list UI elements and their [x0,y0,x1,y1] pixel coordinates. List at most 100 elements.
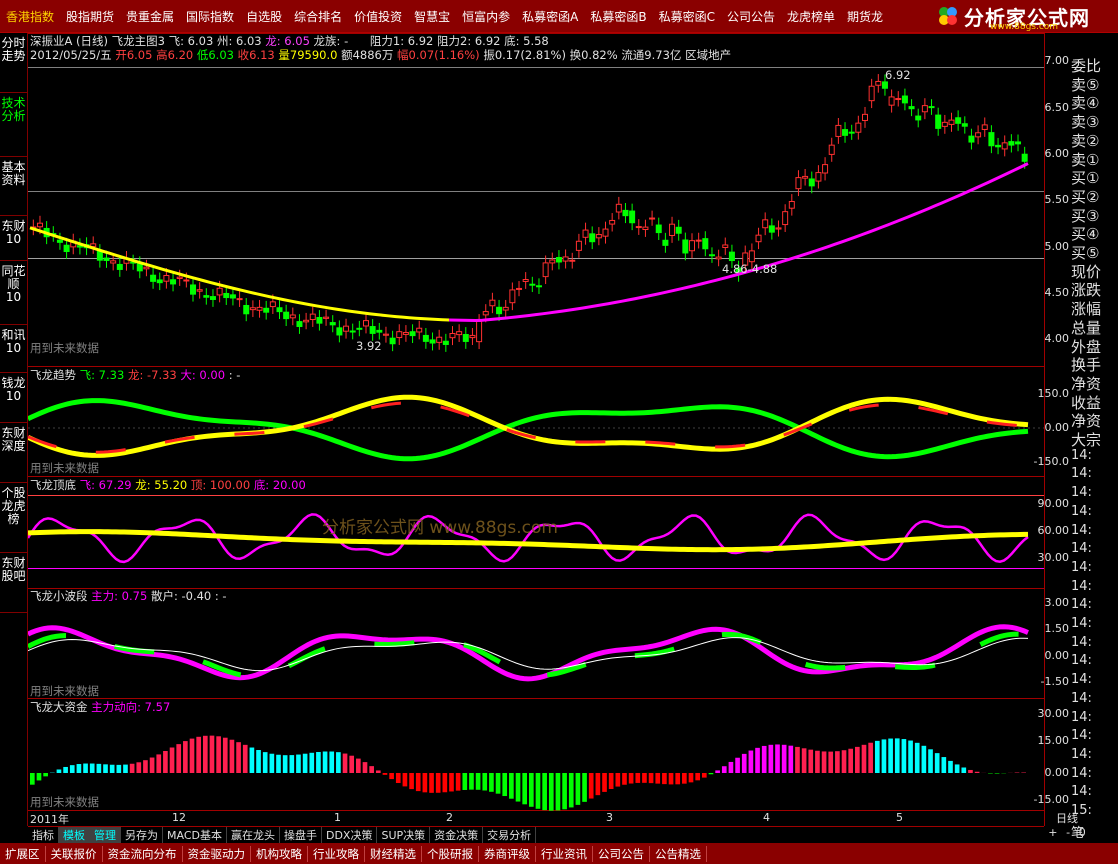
quote-low: 低6.03 [196,48,234,62]
bottom-tab[interactable]: 公司公告 [593,845,650,862]
capital-bar [602,773,607,792]
candle-body [535,285,542,288]
nav-item[interactable]: 私募密函B [584,8,652,25]
tool-tab[interactable]: SUP决策 [377,827,431,843]
bottom-tab[interactable]: 关联报价 [46,845,103,862]
candle-body [103,257,110,261]
left-tab[interactable]: 东财股吧 [0,553,27,613]
capital-bar [695,773,700,781]
capital-bar [708,773,714,775]
nav-item[interactable]: 贵重金属 [120,8,180,25]
bottom-tab[interactable]: 个股研报 [422,845,479,862]
nav-item[interactable]: 价值投资 [348,8,408,25]
candle-body [802,175,809,179]
bottom-tab[interactable]: 资金流向分布 [103,845,183,862]
tool-tab[interactable]: 指标 [28,827,59,843]
capital-bar [841,750,847,773]
left-tab[interactable]: 分时走势 [0,33,27,93]
capital-bar [229,739,235,773]
candle-body [190,284,197,295]
candle-body [343,325,350,332]
nav-item[interactable]: 香港指数 [0,8,60,25]
candle-body [156,279,163,284]
zoom-reset-button[interactable]: 0 [1079,826,1086,842]
candle-body [229,294,236,299]
nav-item[interactable]: 自选股 [240,8,288,25]
left-tab[interactable]: 东财深度 [0,423,27,483]
candle-body [269,301,276,308]
candle-body [868,85,875,102]
capital-bar [256,750,261,773]
bottom-tab[interactable]: 公告精选 [650,845,707,862]
tool-tab[interactable]: 管理 [90,827,121,843]
nav-item[interactable]: 股指期货 [60,8,120,25]
candle-body [476,320,483,343]
left-tab[interactable]: 东财10 [0,216,27,261]
candle-body [1015,141,1022,145]
bottom-tab[interactable]: 券商评级 [479,845,536,862]
chart-area[interactable] [26,33,1044,826]
logo-url: www.88gs.com [990,22,1059,32]
capital-bar [994,773,1000,774]
bottom-tab[interactable]: 行业攻略 [308,845,365,862]
trend-name[interactable]: 飞龙趋势 [30,368,76,382]
nav-item[interactable]: 期货龙 [841,8,889,25]
left-tab[interactable]: 技术分析 [0,93,27,157]
time-axis-label: 4 [763,811,770,824]
nav-item[interactable]: 综合排名 [288,8,348,25]
left-tab[interactable]: 基本资料 [0,157,27,216]
candle-body [516,287,523,290]
candle-body [63,244,70,253]
tool-tab[interactable]: 赢在龙头 [227,827,280,843]
quote-panel-label: 14: [1071,746,1092,762]
wave-extra: : - [214,589,227,603]
capital-bar [282,755,288,773]
bottom-tab[interactable]: 机构攻略 [251,845,308,862]
capital-bar [542,773,547,811]
quote-float: 流通9.73亿 [621,48,682,62]
axis-tick: 30.00 [1037,707,1070,720]
nav-item[interactable]: 私募密函C [653,8,721,25]
bottom-tab[interactable]: 财经精选 [365,845,422,862]
nav-item[interactable]: 私募密函A [516,8,584,25]
candle-body [216,287,223,296]
left-tab[interactable]: 同花顺10 [0,261,27,325]
bottom-tab[interactable]: 资金驱动力 [183,845,251,862]
left-tab[interactable]: 个股龙虎榜 [0,483,27,553]
tool-tab[interactable]: 交易分析 [483,827,537,843]
price-axis: 7.00 6.50 6.00 5.50 5.00 4.50 4.00 150.0 0.00 -15… [1034,33,1071,826]
tool-tab[interactable]: 另存为 [121,827,163,843]
tool-tab[interactable]: 操盘手 [280,827,322,843]
left-tab[interactable]: 和讯10 [0,325,27,373]
quote-panel-label: 14: [1071,634,1092,650]
tb-name[interactable]: 飞龙顶底 [30,478,76,492]
tool-tab[interactable]: 资金决策 [430,827,484,843]
wave-name[interactable]: 飞龙小波段 [30,589,88,603]
zoom-in-button[interactable]: + [1048,826,1057,842]
nav-item[interactable]: 恒富内参 [456,8,516,25]
candle-body [1021,153,1028,162]
capital-bar [489,773,494,792]
candle-body [136,263,143,272]
nav-item[interactable]: 龙虎榜单 [781,8,841,25]
capital-name[interactable]: 飞龙大资金 [30,700,88,714]
quote-turn: 换0.82% [569,48,618,62]
tool-tab[interactable]: 模板 [59,827,90,843]
capital-bar [595,773,601,796]
capital-bar [176,744,182,773]
tool-tab[interactable]: MACD基本 [163,827,227,843]
bottom-tab[interactable]: 行业资讯 [536,845,593,862]
nav-item[interactable]: 智慧宝 [408,8,456,25]
nav-item[interactable]: 公司公告 [721,8,781,25]
chart-canvas[interactable] [26,33,1044,826]
candle-body [56,239,63,243]
capital-bar [934,753,940,773]
left-tab[interactable]: 钱龙10 [0,373,27,423]
indicator-name[interactable]: 飞龙主图3 [112,34,165,48]
zoom-out-button[interactable]: - [1066,826,1070,842]
capital-bar [109,764,115,773]
period-indicator[interactable]: 日线 [1044,810,1090,826]
bottom-tab[interactable]: 扩展区 [0,845,46,862]
tool-tab[interactable]: DDX决策 [322,827,378,843]
nav-item[interactable]: 国际指数 [180,8,240,25]
